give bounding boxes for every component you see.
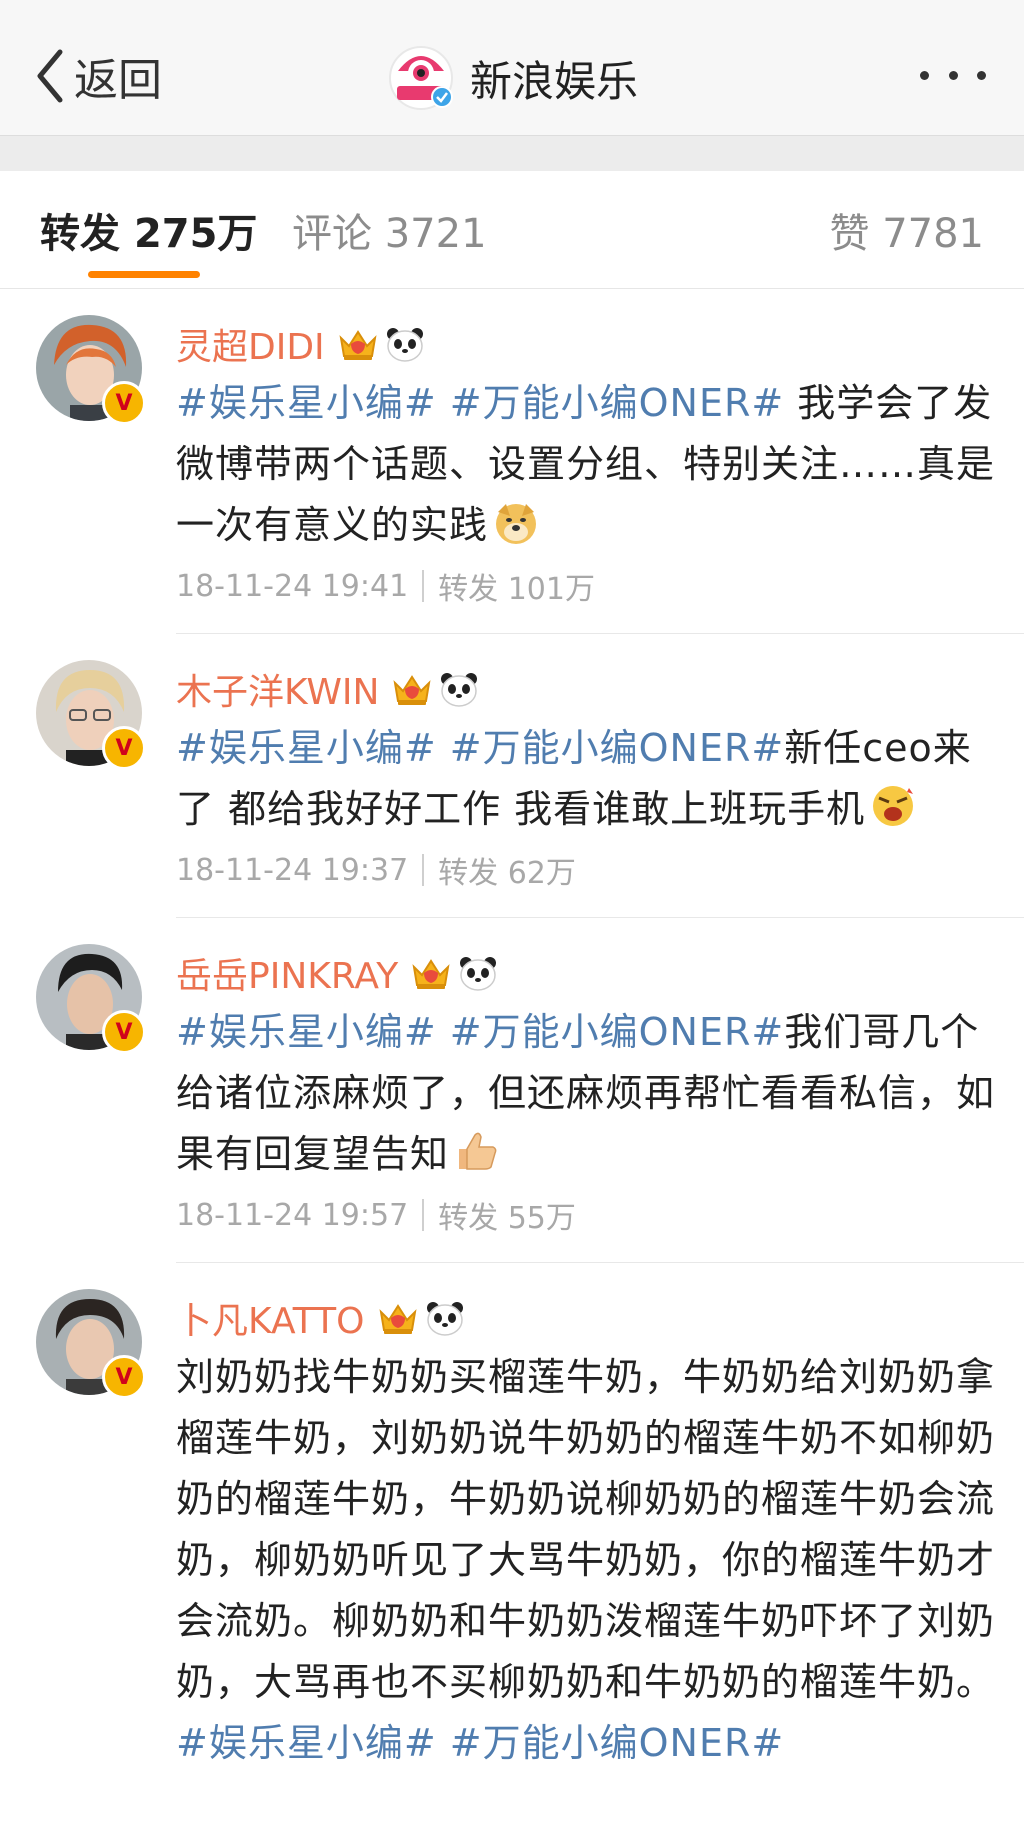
more-dot <box>948 70 958 80</box>
repost-text: #娱乐星小编# #万能小编ONER#新任ceo来了 都给我好好工作 我看谁敢上班… <box>176 718 1004 840</box>
more-dots-icon <box>920 70 929 80</box>
section-divider <box>0 135 1024 172</box>
panda-icon <box>460 957 497 991</box>
more-button[interactable] <box>920 60 986 90</box>
back-chevron-icon <box>37 49 63 103</box>
avatar[interactable]: V <box>36 944 146 1054</box>
tab-likes-count: 7781 <box>882 211 984 257</box>
repost-text: 刘奶奶找牛奶奶买榴莲牛奶，牛奶奶给刘奶奶拿榴莲牛奶，刘奶奶说牛奶奶的榴莲牛奶不如… <box>176 1347 1004 1774</box>
repost-body: 刘奶奶找牛奶奶买榴莲牛奶，牛奶奶给刘奶奶拿榴莲牛奶，刘奶奶说牛奶奶的榴莲牛奶不如… <box>176 1355 996 1704</box>
crown-icon <box>393 675 431 705</box>
tab-reposts-label: 转发 <box>40 211 120 257</box>
tab-likes-label: 赞 <box>829 211 870 257</box>
meta-divider <box>422 854 425 886</box>
account-title: 新浪娱乐 <box>470 56 639 106</box>
username[interactable]: 灵超DIDI <box>176 318 325 370</box>
active-tab-indicator <box>88 271 200 278</box>
repost-count-label: 转发 <box>438 1201 499 1236</box>
panda-icon <box>441 673 478 707</box>
repost-time: 18-11-24 19:37 <box>176 852 409 888</box>
repost-list: V 灵超DIDI #娱乐星小编# #万能小编ONER# 我学会了发微博带两个话题… <box>0 289 1024 1774</box>
repost-count: 62万 <box>507 856 576 891</box>
topic-link[interactable]: #娱乐星小编# <box>176 726 437 770</box>
tab-likes[interactable]: 赞 7781 <box>829 201 984 259</box>
repost-count-label: 转发 <box>438 572 499 607</box>
navigation-bar: 返回 新浪娱乐 <box>0 0 1024 135</box>
topic-link[interactable]: #娱乐星小编# <box>176 1010 437 1054</box>
repost-meta: 18-11-24 19:37 转发 62万 <box>176 848 1004 918</box>
crown-icon <box>379 1304 416 1334</box>
repost-meta: 18-11-24 19:41 转发 101万 <box>176 564 1004 634</box>
meta-divider <box>422 570 425 602</box>
thumbs-up-emoji-icon <box>459 1132 497 1170</box>
topic-link[interactable]: #万能小编ONER# <box>450 1721 784 1765</box>
tab-comments-count: 3721 <box>384 211 487 257</box>
panda-icon <box>426 1302 463 1336</box>
page-title: 新浪娱乐 <box>388 42 638 114</box>
topic-link[interactable]: #万能小编ONER# <box>450 726 784 770</box>
repost-time: 18-11-24 19:57 <box>176 1197 409 1233</box>
repost-count: 101万 <box>507 572 595 607</box>
panda-icon <box>386 328 423 362</box>
list-item: V 灵超DIDI #娱乐星小编# #万能小编ONER# 我学会了发微博带两个话题… <box>0 289 1024 634</box>
topic-link[interactable]: #娱乐星小编# <box>176 1721 437 1765</box>
repost-count: 55万 <box>507 1201 576 1236</box>
back-button[interactable]: 返回 <box>34 46 162 106</box>
tab-reposts-count: 275万 <box>133 211 258 257</box>
list-item: V 木子洋KWIN #娱乐星小编# #万能小编ONER#新任ceo来了 都给我好… <box>0 634 1024 918</box>
crown-icon <box>339 330 377 360</box>
doge-emoji-icon <box>496 504 537 544</box>
tab-comments-label: 评论 <box>292 211 372 257</box>
repost-text: #娱乐星小编# #万能小编ONER#我们哥几个给诸位添麻烦了，但还麻烦再帮忙看看… <box>176 1002 1004 1185</box>
verified-v-icon: V <box>102 1010 146 1054</box>
list-item: V 岳岳PINKRAY #娱乐星小编# #万能小编ONER#我们哥几个给诸位添麻… <box>0 918 1024 1263</box>
tab-reposts[interactable]: 转发 275万 <box>40 201 257 259</box>
topic-link[interactable]: #万能小编ONER# <box>450 1010 784 1054</box>
verified-v-icon: V <box>102 1355 146 1399</box>
verified-v-icon: V <box>102 381 146 425</box>
topic-link[interactable]: #娱乐星小编# <box>176 381 437 425</box>
repost-text: #娱乐星小编# #万能小编ONER# 我学会了发微博带两个话题、设置分组、特别关… <box>176 373 1004 556</box>
meta-divider <box>422 1199 425 1231</box>
repost-meta: 18-11-24 19:57 转发 55万 <box>176 1193 1004 1263</box>
avatar[interactable]: V <box>36 660 146 770</box>
repost-count-label: 转发 <box>438 856 499 891</box>
back-label: 返回 <box>74 55 162 106</box>
avatar[interactable]: V <box>36 315 146 425</box>
username[interactable]: 岳岳PINKRAY <box>176 947 398 999</box>
more-dot <box>977 70 986 80</box>
tab-comments[interactable]: 评论 3721 <box>292 201 487 259</box>
username[interactable]: 卜凡KATTO <box>176 1292 365 1344</box>
username[interactable]: 木子洋KWIN <box>176 663 379 715</box>
topic-link[interactable]: #万能小编ONER# <box>450 381 784 425</box>
repost-time: 18-11-24 19:41 <box>176 568 409 604</box>
interaction-tabs: 转发 275万 评论 3721 赞 7781 <box>0 171 1024 289</box>
list-item: V 卜凡KATTO 刘奶奶找牛奶奶买榴莲牛奶，牛奶奶给刘奶奶拿榴莲牛奶，刘奶奶说… <box>0 1263 1024 1774</box>
angry-emoji-icon <box>873 786 914 826</box>
sina-entertainment-logo <box>389 46 453 110</box>
crown-icon <box>412 959 450 989</box>
verified-v-icon: V <box>102 726 146 770</box>
avatar[interactable]: V <box>36 1289 146 1399</box>
